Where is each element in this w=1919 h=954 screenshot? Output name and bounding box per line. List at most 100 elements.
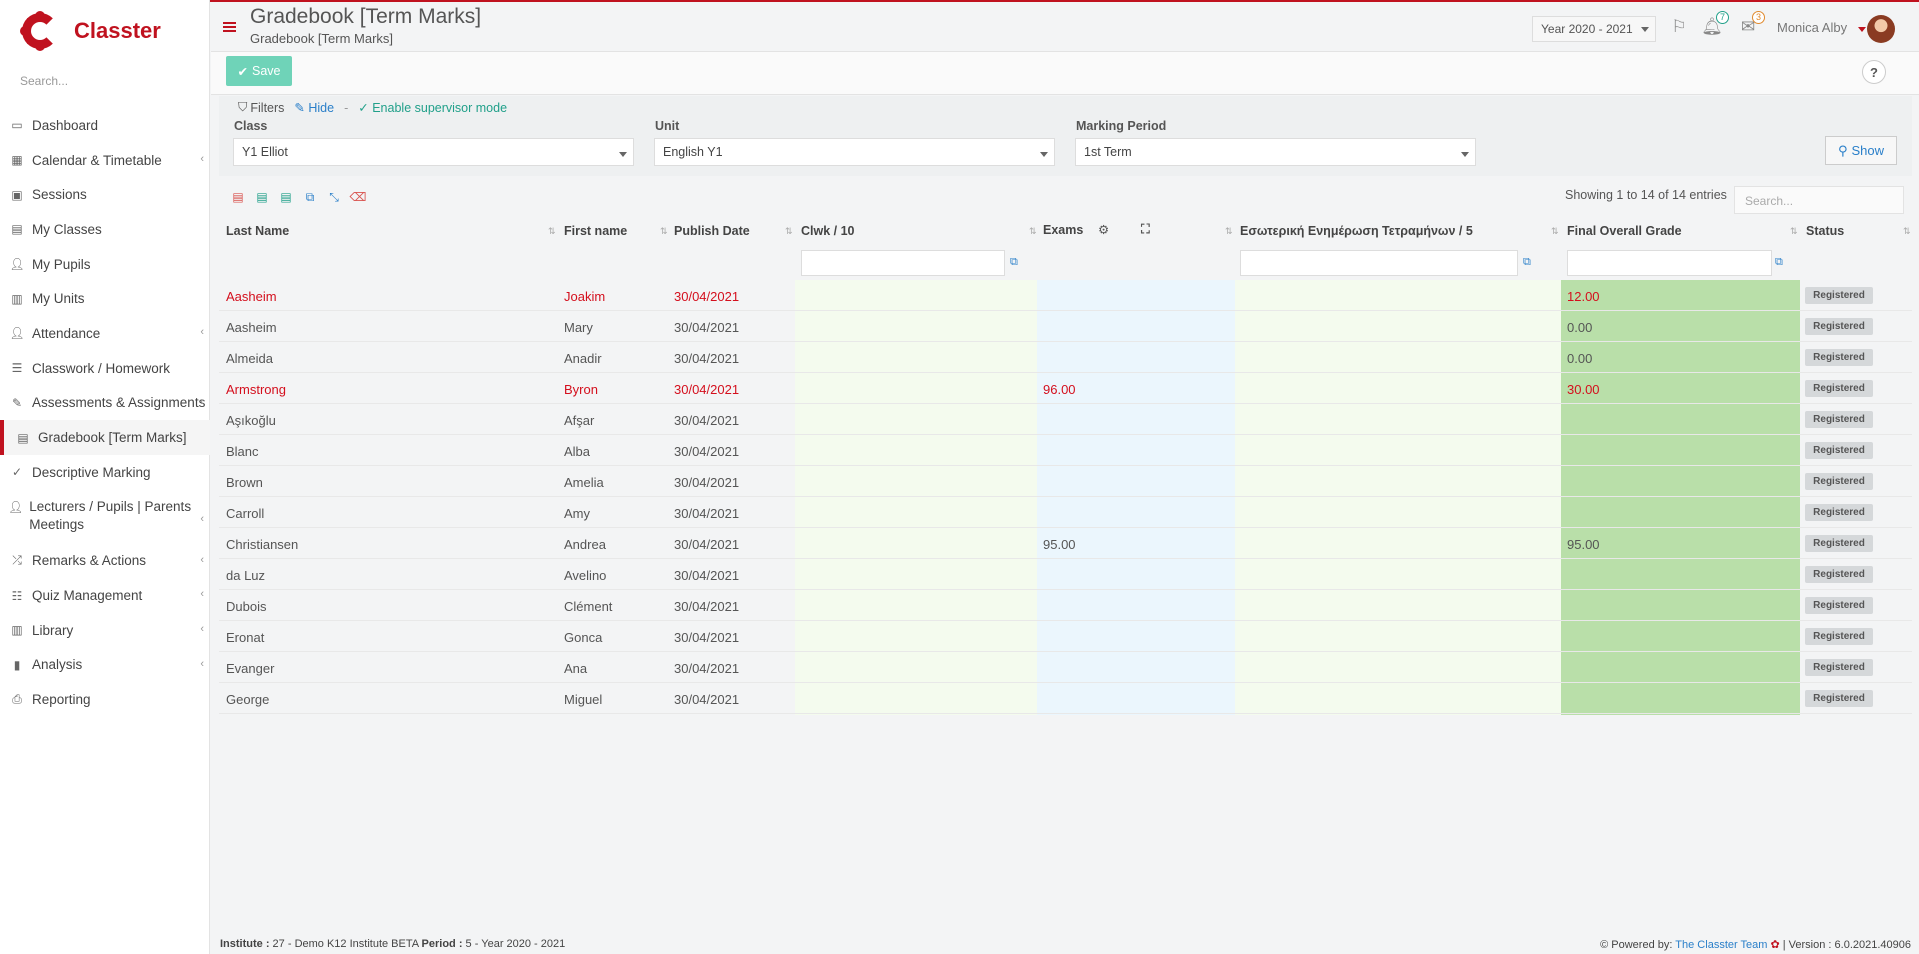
gear-icon[interactable]: ⚙ xyxy=(1098,222,1109,237)
save-button[interactable]: ✔ Save xyxy=(226,56,292,86)
marking-period-select[interactable]: 1st Term xyxy=(1075,138,1476,166)
final-grade-cell[interactable]: 30.00 xyxy=(1567,382,1600,397)
first-name-cell: Miguel xyxy=(564,692,603,707)
internal-bulk-input[interactable] xyxy=(1240,250,1518,276)
clwk-bulk-input[interactable] xyxy=(801,250,1005,276)
sort-icon[interactable]: ⇅ xyxy=(785,226,793,237)
sidebar-menu: ▭ Dashboard ▦ Calendar & Timetable ‹ ▣ Session… xyxy=(0,108,210,717)
sort-icon[interactable]: ⇅ xyxy=(1551,226,1559,237)
col-clwk[interactable]: Clwk / 10 xyxy=(801,224,855,238)
sidebar-item-my-units[interactable]: ▥ My Units xyxy=(0,281,210,316)
table-row[interactable]: Aasheim Joakim 30/04/2021 12.00 Registered xyxy=(219,280,1912,311)
table-row[interactable]: Brown Amelia 30/04/2021 Registered xyxy=(219,466,1912,497)
sidebar-item-assessments-assignments[interactable]: ✎ Assessments & Assignments ‹ xyxy=(0,386,210,421)
sort-icon[interactable]: ⇅ xyxy=(660,226,668,237)
publish-date-cell: 30/04/2021 xyxy=(674,692,740,707)
copy-icon[interactable]: ⧉ xyxy=(298,190,322,205)
sidebar-item-library[interactable]: ▥ Library ‹ xyxy=(0,613,210,648)
table-row[interactable]: Armstrong Byron 30/04/2021 96.00 30.00 Regist… xyxy=(219,373,1912,404)
table-row[interactable]: da Luz Avelino 30/04/2021 Registered xyxy=(219,559,1912,590)
col-last-name[interactable]: Last Name xyxy=(226,224,289,238)
sort-icon[interactable]: ⇅ xyxy=(1225,226,1233,237)
footer-powered: © Powered by: The Classter Team ✿ | Vers… xyxy=(1600,939,1911,951)
user-chevron-down-icon[interactable] xyxy=(1858,27,1866,32)
publish-date-cell: 30/04/2021 xyxy=(674,568,740,583)
sidebar-item-descriptive-marking[interactable]: ✓ Descriptive Marking xyxy=(0,455,210,490)
sidebar-item-dashboard[interactable]: ▭ Dashboard xyxy=(0,108,210,143)
sidebar-item-attendance[interactable]: 👤︎ Attendance ‹ xyxy=(0,316,210,351)
sidebar-item-lecturers-pupils-parents-meetings[interactable]: 👤︎ Lecturers / Pupils | Parents Meetings ‹ xyxy=(0,490,210,544)
table-row[interactable]: Aşıkoğlu Afşar 30/04/2021 Registered xyxy=(219,404,1912,435)
enable-supervisor-mode-link[interactable]: ✓ Enable supervisor mode xyxy=(358,100,507,115)
sidebar-item-gradebook-term-marks[interactable]: ▤ Gradebook [Term Marks] xyxy=(0,420,210,455)
compress-icon[interactable]: ⤡ xyxy=(322,190,346,205)
fullscreen-icon[interactable]: ⛶ xyxy=(1141,222,1150,237)
status-badge: Registered xyxy=(1805,659,1873,676)
col-first-name[interactable]: First name xyxy=(564,224,627,238)
copy-down-icon[interactable]: ⧉ xyxy=(1523,256,1531,269)
sort-icon[interactable]: ⇅ xyxy=(1029,226,1037,237)
table-row[interactable]: George Miguel 30/04/2021 Registered xyxy=(219,683,1912,714)
exam-score-cell[interactable]: 96.00 xyxy=(1043,382,1076,397)
hide-filters-link[interactable]: ✎ Hide xyxy=(294,100,334,115)
year-select[interactable]: Year 2020 - 2021 xyxy=(1532,16,1656,42)
sidebar-item-sessions[interactable]: ▣ Sessions xyxy=(0,177,210,212)
sidebar-search-input[interactable]: Search... xyxy=(20,74,190,88)
table-row[interactable]: Carroll Amy 30/04/2021 Registered xyxy=(219,497,1912,528)
sidebar-item-quiz-management[interactable]: ☷ Quiz Management ‹ xyxy=(0,578,210,613)
classter-team-link[interactable]: The Classter Team xyxy=(1675,939,1767,951)
col-publish-date[interactable]: Publish Date xyxy=(674,224,750,238)
hamburger-icon[interactable] xyxy=(223,22,236,32)
sort-icon[interactable]: ⇅ xyxy=(1790,226,1798,237)
table-row[interactable]: Eronat Gonca 30/04/2021 Registered xyxy=(219,621,1912,652)
sort-icon[interactable]: ⇅ xyxy=(1903,226,1911,237)
col-final-overall-grade[interactable]: Final Overall Grade xyxy=(1567,224,1682,238)
copy-down-icon[interactable]: ⧉ xyxy=(1775,256,1783,269)
final-grade-cell[interactable]: 0.00 xyxy=(1567,320,1592,335)
final-grade-cell[interactable]: 12.00 xyxy=(1567,289,1600,304)
col-internal-update[interactable]: Εσωτερική Ενημέρωση Τετραμήνων / 5 xyxy=(1240,224,1473,238)
sort-icon[interactable]: ⇅ xyxy=(548,226,556,237)
help-button[interactable]: ? xyxy=(1862,60,1886,84)
final-grade-cell[interactable]: 95.00 xyxy=(1567,537,1600,552)
unit-select[interactable]: English Y1 xyxy=(654,138,1055,166)
bell-icon[interactable]: 🔔︎ 7 xyxy=(1701,11,1729,39)
table-row[interactable]: Blanc Alba 30/04/2021 Registered xyxy=(219,435,1912,466)
table-row[interactable]: Evanger Ana 30/04/2021 Registered xyxy=(219,652,1912,683)
show-button[interactable]: ⚲ Show xyxy=(1825,136,1897,165)
sidebar-item-label: Reporting xyxy=(32,692,91,708)
table-search-input[interactable]: Search... xyxy=(1734,186,1904,214)
table-row[interactable]: Christiansen Andrea 30/04/2021 95.00 95.00 Re… xyxy=(219,528,1912,559)
sidebar-item-label: Remarks & Actions xyxy=(32,553,147,569)
user-name[interactable]: Monica Alby xyxy=(1777,20,1847,35)
avatar[interactable] xyxy=(1867,15,1895,43)
col-status[interactable]: Status xyxy=(1806,224,1844,238)
table-row[interactable]: Aasheim Mary 30/04/2021 0.00 Registered xyxy=(219,311,1912,342)
exam-score-cell[interactable]: 95.00 xyxy=(1043,537,1076,552)
table-row[interactable]: Almeida Anadir 30/04/2021 0.00 Registered xyxy=(219,342,1912,373)
final-bulk-input[interactable] xyxy=(1567,250,1772,276)
table-row[interactable]: Dubois Clément 30/04/2021 Registered xyxy=(219,590,1912,621)
csv-export-icon[interactable]: ▤ xyxy=(274,190,298,205)
copy-down-icon[interactable]: ⧉ xyxy=(1010,256,1018,269)
pdf-export-icon[interactable]: ▤ xyxy=(226,190,250,205)
sidebar-item-remarks-actions[interactable]: ⤮ Remarks & Actions ‹ xyxy=(0,544,210,579)
sidebar-item-my-pupils[interactable]: 👤︎ My Pupils xyxy=(0,247,210,282)
last-name-cell: Dubois xyxy=(226,599,267,614)
col-exams[interactable]: Exams xyxy=(1043,223,1083,237)
envelope-icon[interactable]: ✉ 3 xyxy=(1737,11,1765,39)
sidebar-item-analysis[interactable]: ▮ Analysis ‹ xyxy=(0,648,210,683)
final-grade-cell[interactable]: 0.00 xyxy=(1567,351,1592,366)
status-badge: Registered xyxy=(1805,349,1873,366)
class-select[interactable]: Y1 Elliot xyxy=(233,138,634,166)
sidebar-item-my-classes[interactable]: ▤ My Classes xyxy=(0,212,210,247)
sidebar-item-calendar-timetable[interactable]: ▦ Calendar & Timetable ‹ xyxy=(0,143,210,178)
eraser-icon[interactable]: ⌫ xyxy=(346,190,370,205)
status-badge: Registered xyxy=(1805,504,1873,521)
logo[interactable]: Classter xyxy=(20,8,161,54)
sidebar-item-classwork-homework[interactable]: ☰ Classwork / Homework xyxy=(0,351,210,386)
flag-icon[interactable]: ⚐ xyxy=(1668,17,1690,39)
sidebar-item-reporting[interactable]: ⎙ Reporting xyxy=(0,682,210,717)
first-name-cell: Afşar xyxy=(564,413,595,428)
excel-export-icon[interactable]: ▤ xyxy=(250,190,274,205)
